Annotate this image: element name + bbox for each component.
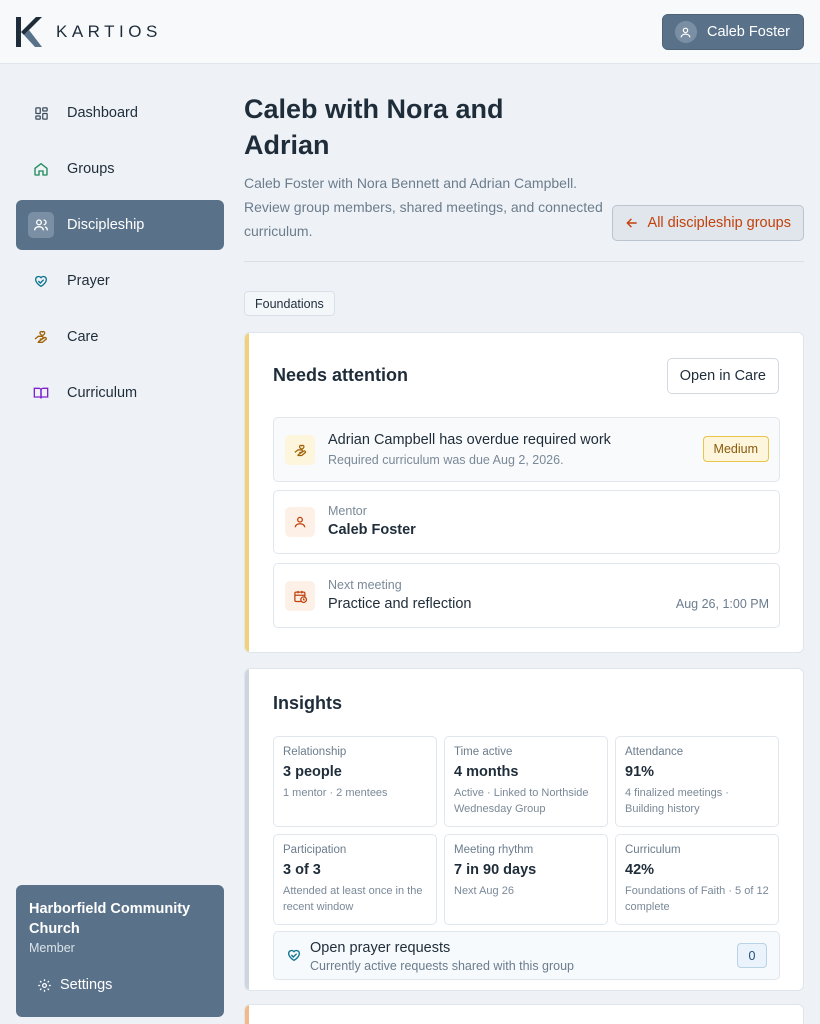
insight-tile-participation: Participation 3 of 3 Attended at least o…: [273, 834, 437, 925]
tile-value: 42%: [625, 862, 655, 878]
tile-detail: 4 finalized meetings · Building history: [625, 787, 729, 815]
next-meeting-date: Aug 26, 1:00 PM: [675, 597, 769, 611]
next-meeting-title: Practice and reflection: [328, 596, 472, 612]
insight-tile-attendance: Attendance 91% 4 finalized meetings · Bu…: [615, 736, 779, 827]
tile-value: 7 in 90 days: [454, 862, 537, 878]
open-in-care-button[interactable]: Open in Care: [666, 358, 779, 394]
sidebar-item-curriculum[interactable]: Curriculum: [16, 368, 224, 418]
sidebar-item-label: Dashboard: [67, 105, 138, 121]
page-title: Caleb with Nora and Adrian: [244, 94, 504, 160]
insight-tile-meeting-rhythm: Meeting rhythm 7 in 90 days Next Aug 26: [444, 834, 608, 925]
next-meeting-label: Next meeting: [328, 578, 402, 592]
tile-label: Curriculum: [625, 844, 681, 856]
hand-heart-icon: [285, 435, 315, 465]
tile-value: 91%: [625, 764, 655, 780]
alert-detail: Required curriculum was due Aug 2, 2026.: [328, 453, 564, 467]
header-divider: [244, 261, 804, 262]
tile-value: 3 of 3: [283, 862, 321, 878]
open-prayer-requests-row[interactable]: Open prayer requests Currently active re…: [273, 931, 780, 980]
brand-logo[interactable]: KARTIOS: [16, 17, 162, 47]
avatar: [674, 21, 697, 43]
heart-hands-icon: [28, 268, 54, 294]
sidebar-item-label: Curriculum: [67, 385, 138, 401]
sidebar-item-label: Care: [67, 329, 99, 345]
mentor-row: Mentor Caleb Foster: [273, 490, 780, 554]
settings-link[interactable]: Settings: [37, 977, 112, 993]
mentor-name: Caleb Foster: [328, 522, 416, 538]
sidebar-nav: Dashboard Groups Discipleship Prayer Car…: [16, 88, 224, 424]
alert-title: Adrian Campbell has overdue required wor…: [328, 432, 611, 448]
church-name: Harborfield Community Church: [29, 901, 191, 937]
user-icon: [681, 27, 691, 37]
needs-attention-card: Needs attention Open in Care Adrian Camp…: [244, 332, 804, 653]
needs-attention-title: Needs attention: [273, 365, 409, 385]
sidebar-item-label: Prayer: [67, 273, 110, 289]
tile-value: 3 people: [283, 764, 342, 780]
next-meeting-row[interactable]: Next meeting Practice and reflection Aug…: [273, 563, 780, 628]
sidebar-item-label: Groups: [67, 161, 115, 177]
user-menu-button[interactable]: Caleb Foster: [661, 14, 804, 50]
insights-card: Insights Relationship 3 people 1 mentor …: [244, 668, 804, 991]
tile-detail: 1 mentor · 2 mentees: [283, 787, 388, 799]
sidebar-item-prayer[interactable]: Prayer: [16, 256, 224, 306]
arrow-left-icon: [625, 216, 639, 230]
users-icon: [28, 212, 54, 238]
prayer-requests-title: Open prayer requests: [310, 940, 451, 956]
settings-label: Settings: [60, 977, 113, 993]
user-icon: [285, 507, 315, 537]
severity-badge: Medium: [702, 436, 769, 462]
tile-label: Participation: [283, 844, 347, 856]
hand-heart-icon: [28, 324, 54, 350]
calendar-clock-icon: [285, 581, 315, 611]
all-discipleship-groups-button[interactable]: All discipleship groups: [611, 205, 804, 241]
tile-detail: Attended at least once in the recent win…: [283, 885, 423, 913]
next-section-card: [244, 1004, 804, 1024]
insights-title: Insights: [273, 693, 343, 713]
prayer-requests-detail: Currently active requests shared with th…: [310, 959, 575, 973]
church-card: Harborfield Community Church Member Sett…: [16, 885, 224, 1017]
kartios-logo-icon: [16, 17, 42, 47]
curriculum-tag: Foundations: [244, 291, 335, 316]
page-subtitle: Caleb Foster with Nora Bennett and Adria…: [244, 175, 603, 239]
sidebar-item-groups[interactable]: Groups: [16, 144, 224, 194]
tile-label: Meeting rhythm: [454, 844, 534, 856]
gear-icon: [37, 978, 52, 993]
tile-label: Attendance: [625, 746, 684, 758]
insight-tile-curriculum: Curriculum 42% Foundations of Faith · 5 …: [615, 834, 779, 925]
church-role: Member: [29, 941, 75, 955]
back-button-label: All discipleship groups: [647, 215, 791, 231]
tile-label: Relationship: [283, 746, 347, 758]
insight-tile-relationship: Relationship 3 people 1 mentor · 2 mente…: [273, 736, 437, 827]
heart-hands-icon: [286, 947, 302, 963]
user-name: Caleb Foster: [706, 24, 790, 40]
tile-detail: Next Aug 26: [454, 885, 514, 897]
sidebar-item-label: Discipleship: [67, 217, 145, 233]
tile-label: Time active: [454, 746, 513, 758]
brand-name: KARTIOS: [56, 22, 162, 41]
tile-detail: Active · Linked to Northside Wednesday G…: [454, 787, 589, 815]
prayer-count-badge: 0: [737, 943, 767, 968]
sidebar-item-care[interactable]: Care: [16, 312, 224, 362]
insight-tile-time-active: Time active 4 months Active · Linked to …: [444, 736, 608, 827]
tile-value: 4 months: [454, 764, 519, 780]
dashboard-icon: [28, 100, 54, 126]
sidebar-item-dashboard[interactable]: Dashboard: [16, 88, 224, 138]
home-icon: [28, 156, 54, 182]
mentor-label: Mentor: [328, 504, 367, 518]
book-icon: [28, 380, 54, 406]
sidebar-item-discipleship[interactable]: Discipleship: [16, 200, 224, 250]
top-bar: KARTIOS Caleb Foster: [0, 0, 820, 64]
overdue-alert-row[interactable]: Adrian Campbell has overdue required wor…: [273, 417, 780, 482]
tile-detail: Foundations of Faith · 5 of 12 complete: [625, 885, 769, 913]
